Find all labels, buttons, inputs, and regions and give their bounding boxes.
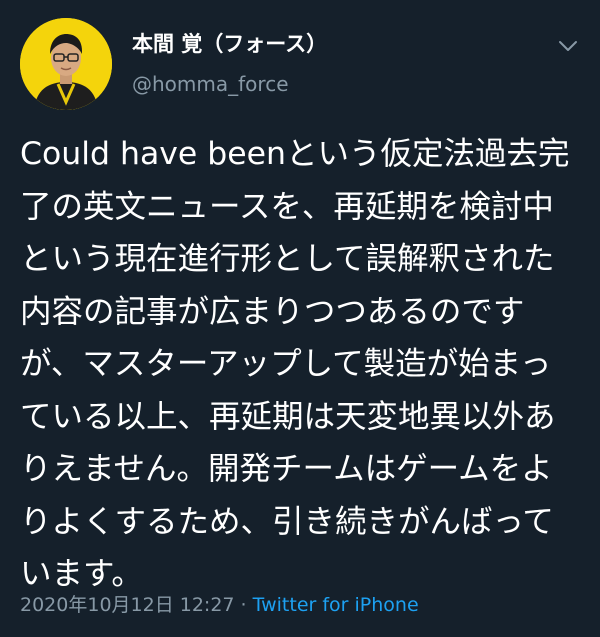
tweet-header: 本間 覚（フォース） @homma_force [20, 18, 580, 110]
meta-separator: · [234, 594, 253, 616]
author-names[interactable]: 本間 覚（フォース） @homma_force [132, 30, 327, 98]
display-name[interactable]: 本間 覚（フォース） [132, 30, 327, 58]
chevron-down-icon[interactable] [556, 34, 580, 58]
avatar-image [20, 18, 112, 110]
tweet-text: Could have beenという仮定法過去完了の英文ニュースを、再延期を検討… [20, 136, 570, 592]
tweet-timestamp[interactable]: 2020年10月12日 12:27 [20, 594, 235, 616]
user-handle[interactable]: @homma_force [132, 70, 327, 98]
avatar[interactable] [20, 18, 112, 110]
tweet-source-link[interactable]: Twitter for iPhone [253, 594, 419, 616]
tweet-meta: 2020年10月12日 12:27 · Twitter for iPhone [20, 592, 419, 618]
tweet-card: 本間 覚（フォース） @homma_force Could have beenと… [0, 0, 600, 637]
